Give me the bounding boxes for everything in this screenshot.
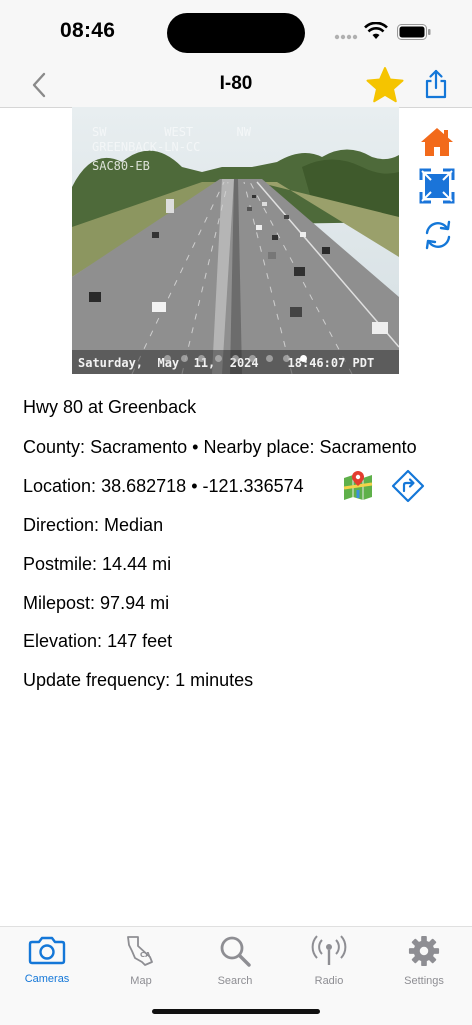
camera-overlay-text: SW WEST NW GREENBACK-LN-CC [92, 125, 251, 155]
california-map-icon: CA [127, 936, 153, 966]
separator: • [192, 437, 199, 457]
antenna-icon [311, 935, 347, 965]
camera-title: Hwy 80 at Greenback [23, 397, 197, 417]
page-dot[interactable] [249, 355, 256, 362]
direction-row: Direction: Median [23, 514, 163, 536]
elevation-label: Elevation: [23, 631, 103, 651]
tab-settings[interactable]: Settings [377, 935, 471, 987]
nearby-value: Sacramento [319, 437, 417, 457]
refresh-icon[interactable] [422, 220, 454, 250]
home-icon[interactable] [419, 126, 455, 158]
update-frequency-value: 1 minutes [175, 670, 254, 690]
fullscreen-icon[interactable] [419, 168, 455, 204]
update-frequency-label: Update frequency: [23, 670, 171, 690]
latitude-value: 38.682718 [101, 476, 187, 496]
traffic-camera-image[interactable]: SW WEST NW GREENBACK-LN-CC SAC80-EB Satur… [72, 107, 399, 374]
tab-label: Map [130, 975, 152, 987]
tab-label: Search [217, 975, 253, 987]
battery-icon [397, 24, 431, 40]
status-time: 08:46 [60, 19, 116, 42]
page-dot[interactable] [215, 355, 222, 362]
svg-text:CA: CA [140, 951, 151, 959]
tab-label: Radio [314, 975, 344, 987]
wifi-icon [364, 22, 388, 39]
tab-search[interactable]: Search [188, 935, 282, 987]
camera-overlay-directions: SW WEST NW [92, 125, 251, 139]
tab-cameras[interactable]: Cameras [0, 935, 94, 985]
home-indicator [152, 1009, 320, 1014]
page-dot[interactable] [198, 355, 205, 362]
page-dot[interactable] [232, 355, 239, 362]
milepost-row: Milepost: 97.94 mi [23, 592, 169, 614]
page-dot[interactable] [300, 355, 307, 362]
nearby-label: Nearby place: [203, 437, 315, 457]
tab-map[interactable]: CA Map [94, 935, 188, 987]
magnifier-icon [220, 936, 251, 967]
favorite-star-icon[interactable] [365, 66, 405, 104]
status-bar: 08:46 [0, 0, 472, 64]
dynamic-island [167, 13, 305, 53]
milepost-value: 97.94 mi [100, 593, 170, 613]
separator: • [191, 476, 198, 496]
location-label: Location: [23, 476, 97, 496]
share-icon[interactable] [423, 68, 449, 100]
postmile-row: Postmile: 14.44 mi [23, 553, 171, 575]
image-page-indicator[interactable] [164, 355, 307, 362]
camera-id-overlay: SAC80-EB [92, 159, 150, 173]
direction-label: Direction: [23, 515, 100, 535]
camera-icon [28, 936, 66, 965]
camera-overlay-location: GREENBACK-LN-CC [92, 140, 201, 154]
county-label: County: [23, 437, 86, 457]
longitude-value: -121.336574 [202, 476, 304, 496]
direction-value: Median [104, 515, 164, 535]
elevation-value: 147 feet [107, 631, 173, 651]
open-map-icon[interactable] [342, 470, 374, 500]
cellular-signal-icon [334, 34, 358, 40]
page-dot[interactable] [164, 355, 171, 362]
tab-label: Settings [404, 975, 444, 987]
page-dot[interactable] [181, 355, 188, 362]
gear-icon [408, 935, 440, 967]
county-row: County: Sacramento • Nearby place: Sacra… [23, 436, 417, 458]
milepost-label: Milepost: [23, 593, 96, 613]
postmile-label: Postmile: [23, 554, 98, 574]
directions-icon[interactable] [391, 469, 425, 503]
page-dot[interactable] [283, 355, 290, 362]
county-value: Sacramento [90, 437, 188, 457]
navigation-bar: I-80 [0, 64, 472, 108]
tab-radio[interactable]: Radio [282, 935, 376, 987]
page-dot[interactable] [266, 355, 273, 362]
postmile-value: 14.44 mi [102, 554, 172, 574]
tab-label: Cameras [24, 973, 70, 985]
update-frequency-row: Update frequency: 1 minutes [23, 669, 253, 691]
location-row: Location: 38.682718 • -121.336574 [23, 475, 304, 497]
elevation-row: Elevation: 147 feet [23, 630, 172, 652]
